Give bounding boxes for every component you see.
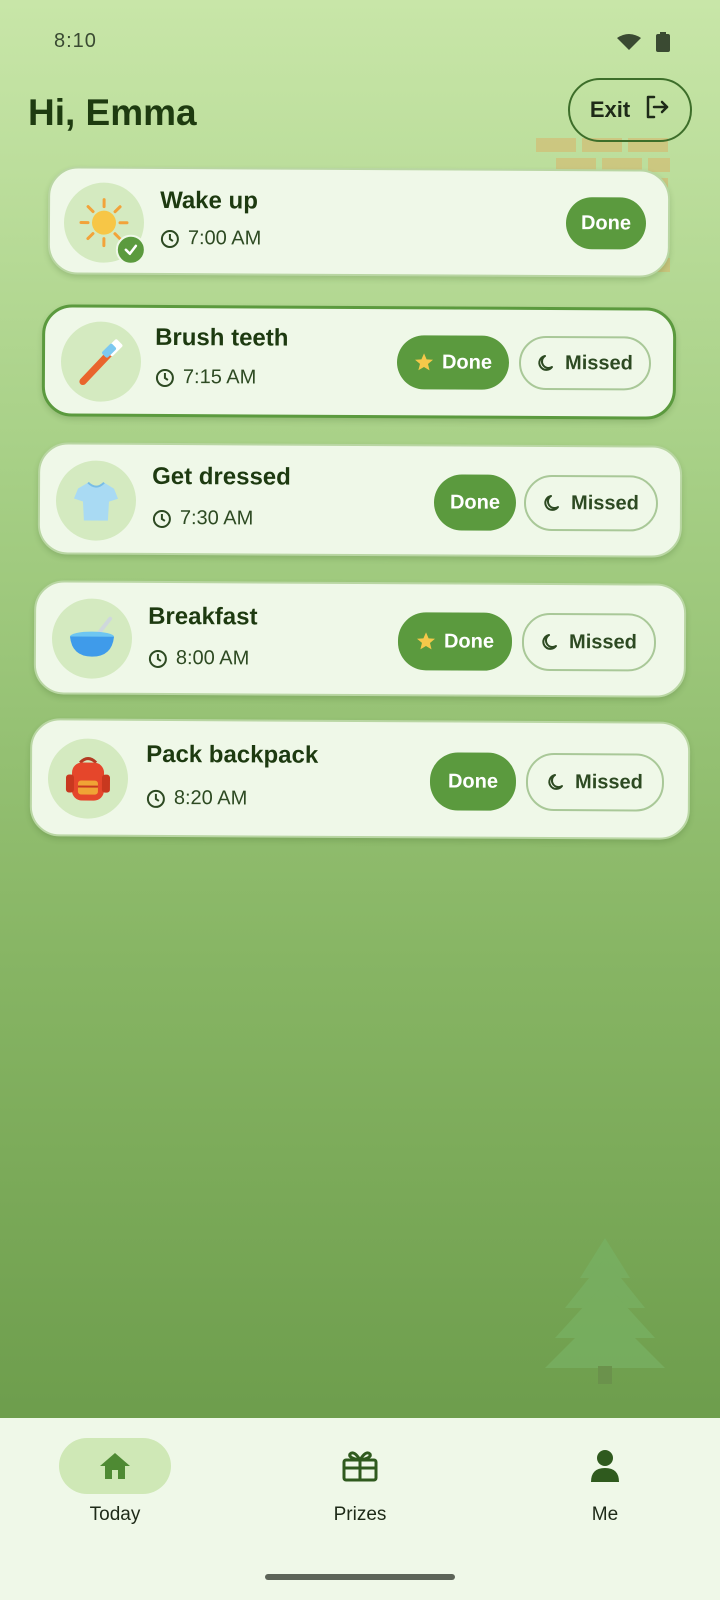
task-time-label: 7:30 AM	[179, 507, 254, 530]
clock-icon	[152, 509, 171, 528]
task-card-breakfast[interactable]: Breakfast 8:00 AM Done Missed	[33, 580, 687, 698]
bottom-navigation: Today Prizes Me	[0, 1418, 720, 1600]
task-time: 7:15 AM	[155, 366, 257, 390]
task-icon-container	[55, 460, 137, 541]
nav-item-me[interactable]: Me	[525, 1438, 685, 1526]
exit-label: Exit	[589, 97, 631, 122]
task-card-pack-backpack[interactable]: Pack backpack 8:20 AM Done Missed	[29, 718, 691, 840]
nav-item-prizes[interactable]: Prizes	[280, 1438, 440, 1526]
gift-icon	[342, 1451, 378, 1482]
missed-button[interactable]: Missed	[518, 335, 652, 391]
clock-icon	[160, 229, 179, 248]
done-button[interactable]: Done	[397, 612, 513, 671]
task-icon-container	[63, 182, 146, 265]
done-label: Done	[447, 769, 499, 793]
done-button[interactable]: Done	[565, 197, 647, 250]
done-label: Done	[441, 350, 493, 374]
person-icon	[591, 1450, 619, 1482]
missed-label: Missed	[575, 770, 643, 793]
nav-label: Me	[591, 1504, 619, 1525]
missed-label: Missed	[569, 630, 637, 653]
done-label: Done	[449, 490, 501, 514]
bowl-icon	[70, 616, 115, 657]
nav-pill	[304, 1438, 416, 1494]
done-label: Done	[580, 211, 632, 234]
tshirt-icon	[74, 481, 119, 521]
task-time-label: 8:00 AM	[175, 647, 250, 670]
nav-label: Prizes	[333, 1504, 387, 1525]
moon-icon	[548, 774, 564, 790]
moon-icon	[542, 633, 558, 650]
status-bar: 8:10	[0, 0, 720, 84]
nav-item-today[interactable]: Today	[35, 1438, 195, 1526]
missed-button[interactable]: Missed	[521, 612, 657, 672]
star-icon	[415, 353, 434, 371]
task-title: Brush teeth	[155, 323, 289, 352]
done-button[interactable]: Done	[433, 474, 517, 531]
task-icon-container	[60, 321, 142, 402]
task-time-label: 7:15 AM	[182, 366, 257, 389]
task-card-wake-up[interactable]: Wake up 7:00 AM Done	[47, 166, 671, 278]
missed-label: Missed	[565, 351, 633, 374]
done-label: Done	[443, 629, 495, 653]
moon-icon	[544, 495, 560, 511]
greeting-title: Hi, Emma	[28, 92, 197, 133]
nav-label: Today	[89, 1504, 141, 1525]
task-card-brush-teeth[interactable]: Brush teeth 7:15 AM Done Missed	[41, 304, 677, 420]
task-icon-container	[51, 598, 133, 679]
task-title: Breakfast	[148, 602, 258, 631]
star-icon	[417, 632, 436, 650]
missed-button[interactable]: Missed	[525, 752, 665, 812]
home-icon	[100, 1453, 130, 1479]
task-title: Pack backpack	[146, 740, 319, 769]
clock-icon	[146, 789, 165, 808]
home-indicator[interactable]	[265, 1574, 455, 1580]
task-time: 7:00 AM	[160, 227, 262, 251]
task-card-get-dressed[interactable]: Get dressed 7:30 AM Done Missed	[37, 442, 683, 558]
task-title: Get dressed	[152, 462, 291, 491]
moon-icon	[538, 354, 554, 371]
missed-label: Missed	[571, 491, 639, 514]
done-button[interactable]: Done	[396, 335, 510, 390]
toothbrush-icon	[79, 339, 123, 386]
exit-icon	[644, 94, 670, 126]
task-icon-container	[47, 738, 129, 819]
task-time: 8:20 AM	[146, 787, 248, 811]
done-button[interactable]: Done	[429, 752, 517, 811]
header: Hi, Emma Exit	[0, 78, 720, 164]
completed-check-icon	[115, 234, 146, 265]
task-time-label: 8:20 AM	[173, 787, 248, 810]
missed-button[interactable]: Missed	[523, 474, 659, 532]
nav-pill-active	[59, 1438, 171, 1494]
task-time: 7:30 AM	[152, 507, 254, 531]
battery-icon	[656, 32, 670, 57]
nav-pill	[549, 1438, 661, 1494]
clock-icon	[148, 649, 167, 668]
signal-icon	[616, 33, 642, 56]
backpack-icon	[65, 757, 111, 801]
clock-icon	[155, 368, 174, 387]
task-time-label: 7:00 AM	[187, 227, 262, 250]
tree-decoration	[545, 1238, 665, 1384]
task-time: 8:00 AM	[148, 647, 250, 671]
task-title: Wake up	[160, 186, 258, 215]
exit-button[interactable]: Exit	[568, 78, 692, 142]
status-time: 8:10	[54, 30, 97, 52]
status-icons	[616, 32, 670, 57]
